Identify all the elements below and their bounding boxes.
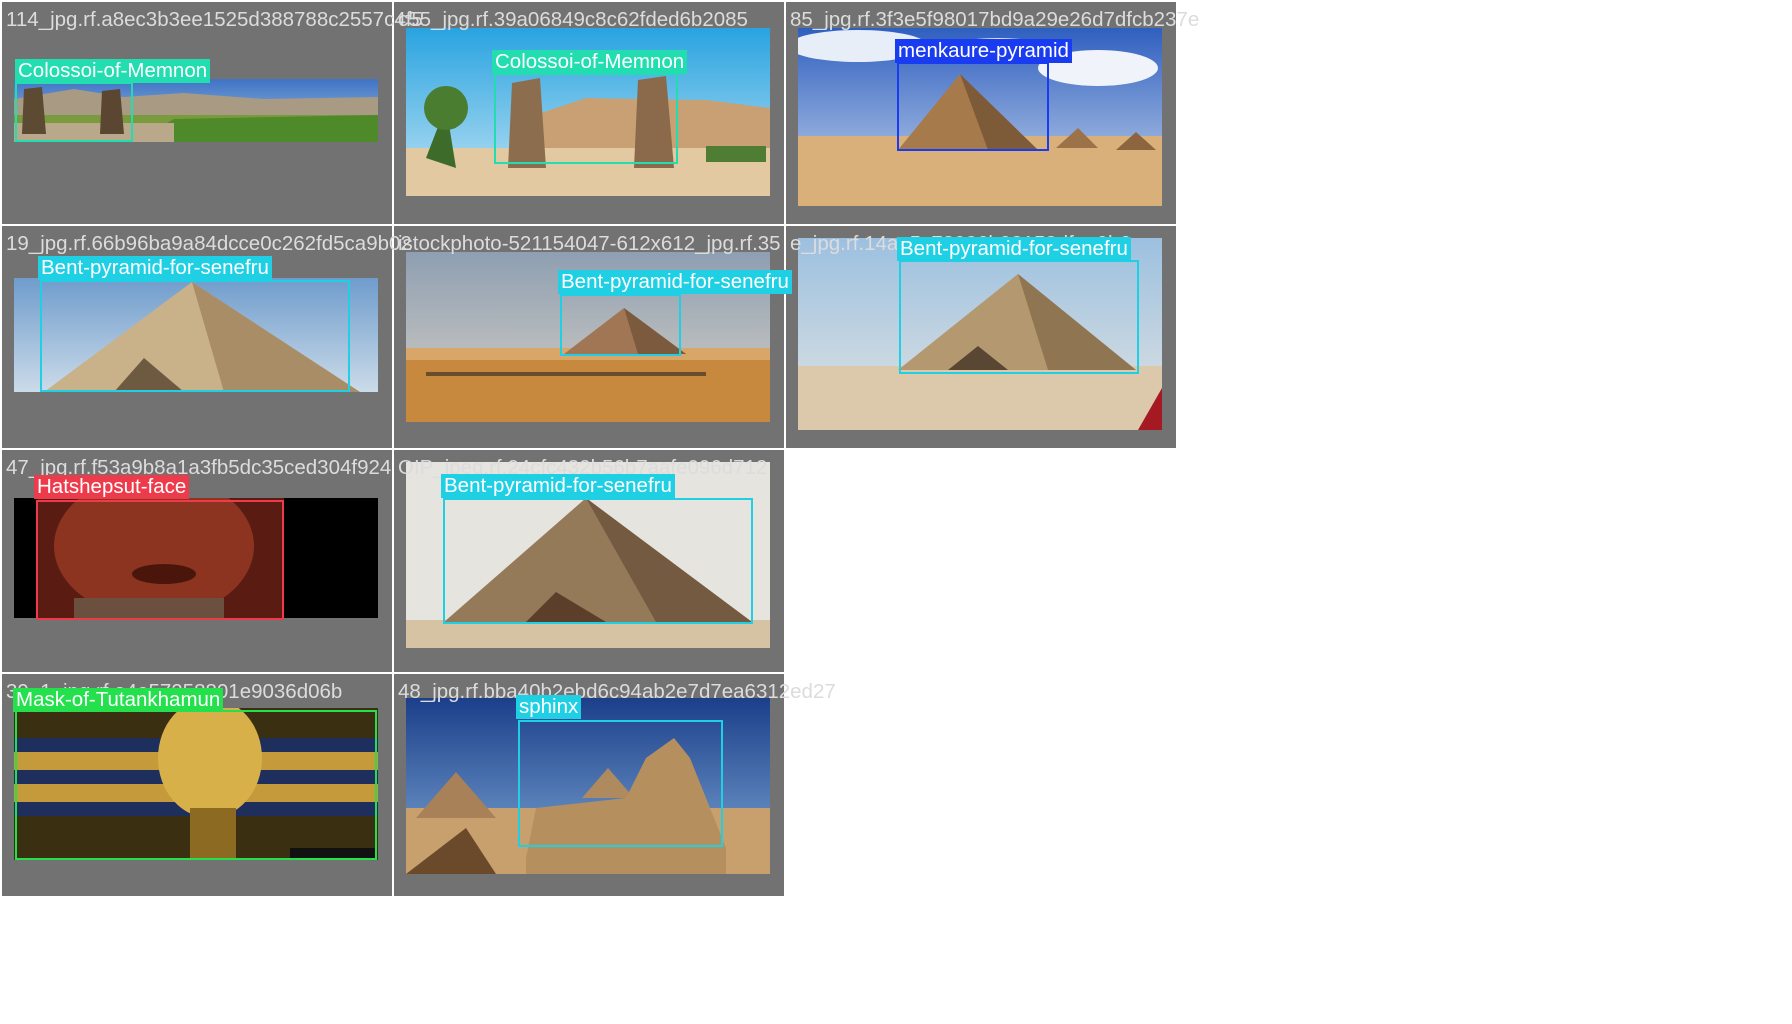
bbox-label-8: Bent-pyramid-for-senefru (441, 474, 675, 498)
bbox-label-1: Colossoi-of-Memnon (15, 59, 211, 83)
bbox-bent-pyramid-1[interactable] (40, 280, 350, 392)
bbox-sphinx-1[interactable] (518, 720, 723, 847)
bbox-bent-pyramid-4[interactable] (443, 498, 753, 624)
bbox-label-10: sphinx (516, 695, 582, 719)
bbox-colossoi-of-memnon-2[interactable] (494, 73, 678, 164)
bbox-mask-of-tutankhamun-1[interactable] (15, 710, 377, 860)
filename-caption-3: 85_jpg.rf.3f3e5f98017bd9a29e26d7dfcb237e (790, 8, 1200, 31)
filename-caption-4: 19_jpg.rf.66b96ba9a84dcce0c262fd5ca9b02 (6, 232, 412, 255)
filename-caption-5: istockphoto-521154047-612x612_jpg.rf.35 (398, 232, 781, 255)
bbox-label-6: Bent-pyramid-for-senefru (897, 237, 1131, 261)
bbox-menkaure-pyramid-1[interactable] (897, 62, 1049, 151)
bbox-hatshepsut-face-1[interactable] (36, 500, 284, 620)
bbox-label-5: Bent-pyramid-for-senefru (558, 270, 792, 294)
bbox-label-7: Hatshepsut-face (34, 475, 190, 499)
bbox-colossoi-of-memnon-1[interactable] (15, 82, 133, 142)
bbox-bent-pyramid-3[interactable] (899, 260, 1139, 374)
bbox-label-3: menkaure-pyramid (895, 39, 1072, 63)
bbox-label-4: Bent-pyramid-for-senefru (38, 256, 272, 280)
filename-caption-1: 114_jpg.rf.a8ec3b3ee1525d388788c2557c4f5 (6, 8, 423, 31)
filename-caption-10: 48_jpg.rf.bba40b2ebd6c94ab2e7d7ea6312ed2… (398, 680, 836, 703)
filename-caption-2: c55_jpg.rf.39a06849c8c62fded6b2085 (398, 8, 748, 31)
bbox-bent-pyramid-2[interactable] (560, 294, 681, 356)
bbox-label-2: Colossoi-of-Memnon (492, 50, 688, 74)
bbox-label-9: Mask-of-Tutankhamun (13, 688, 224, 712)
